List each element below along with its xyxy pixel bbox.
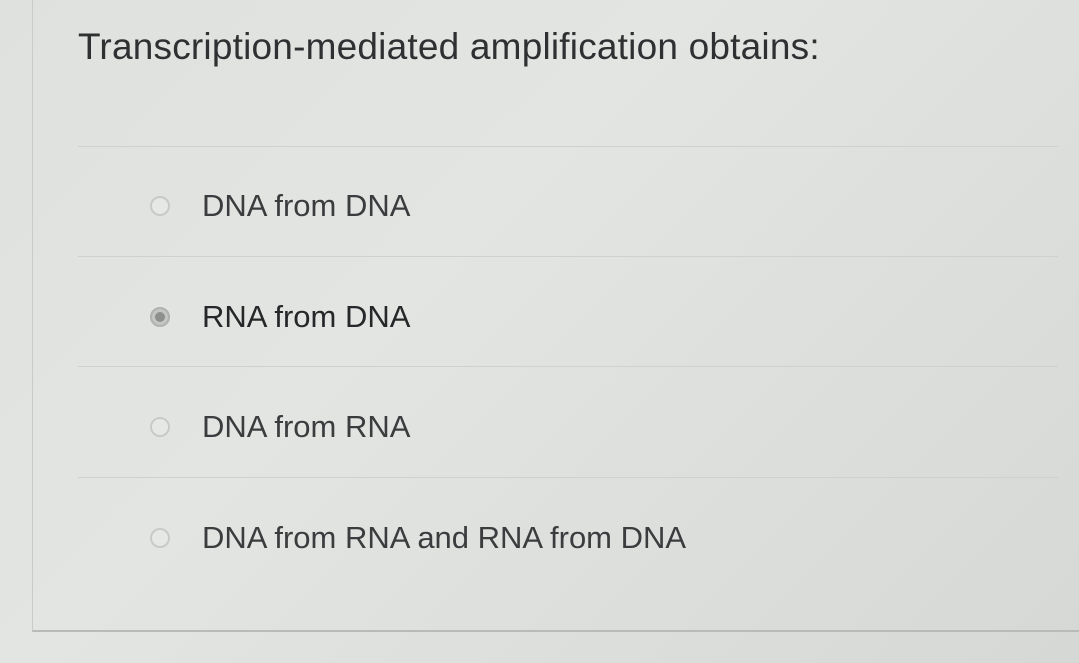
answer-option-label: DNA from DNA [202, 188, 411, 223]
answer-option-label: DNA from RNA [202, 409, 411, 444]
radio-button-unselected[interactable] [150, 528, 170, 548]
question-text: Transcription-mediated amplification obt… [78, 26, 820, 67]
divider [78, 366, 1058, 367]
answer-option-1[interactable]: DNA from DNA [150, 186, 410, 226]
answer-option-label: DNA from RNA and RNA from DNA [202, 520, 687, 555]
radio-button-selected[interactable] [150, 307, 170, 327]
answer-option-2[interactable]: RNA from DNA [150, 297, 410, 337]
radio-button-unselected[interactable] [150, 417, 170, 437]
answer-option-3[interactable]: DNA from RNA [150, 407, 410, 447]
divider [78, 256, 1058, 257]
radio-button-unselected[interactable] [150, 196, 170, 216]
answer-option-label: RNA from DNA [202, 299, 411, 334]
divider [78, 146, 1058, 147]
answer-option-4[interactable]: DNA from RNA and RNA from DNA [150, 518, 686, 558]
divider [78, 477, 1058, 478]
